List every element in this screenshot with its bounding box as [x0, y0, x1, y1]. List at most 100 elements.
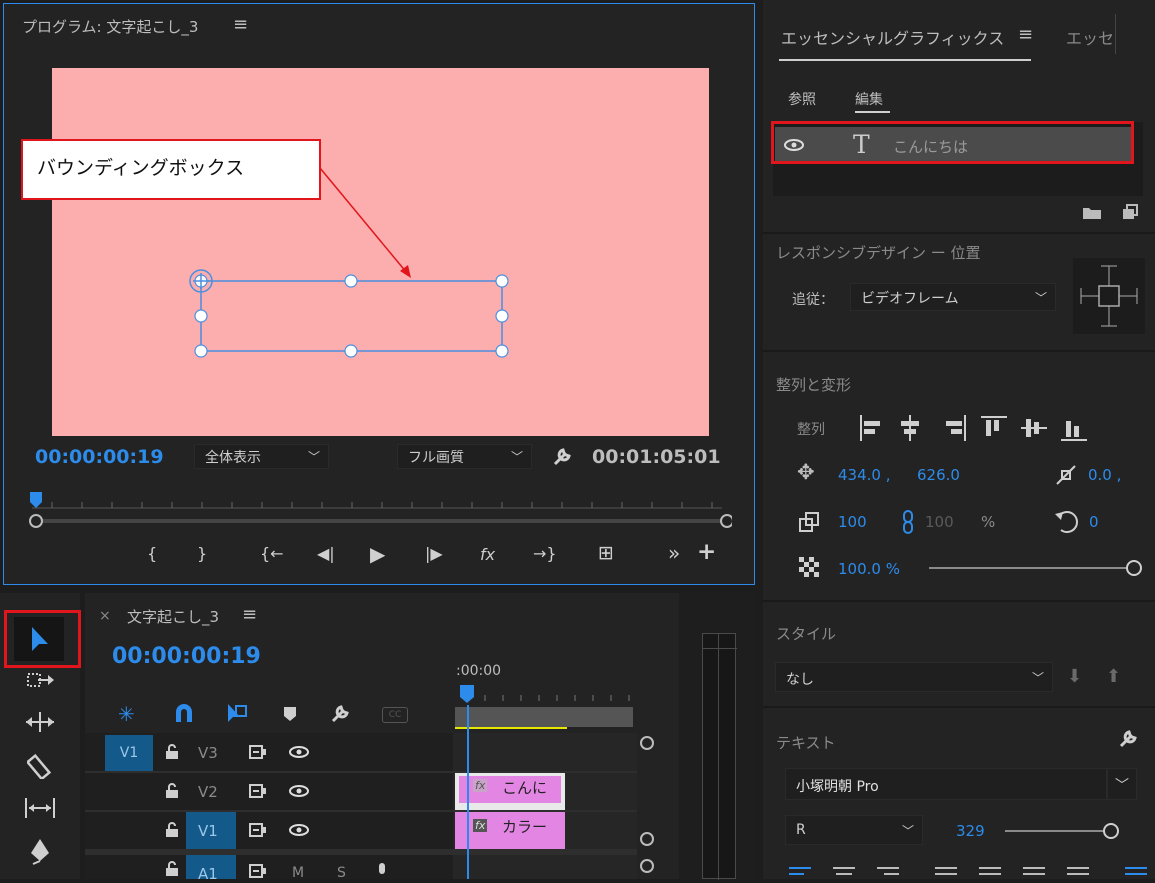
play-button[interactable]: ▶ — [370, 542, 385, 566]
lock-icon[interactable] — [165, 783, 179, 799]
eye-icon[interactable] — [288, 783, 310, 799]
chevron-down-icon: ﹀ — [1031, 671, 1044, 685]
font-size-value[interactable]: 329 — [956, 822, 985, 840]
timeline-menu-icon[interactable]: ≡ — [242, 604, 257, 625]
fx-button[interactable]: fx — [480, 545, 495, 564]
wrench-icon[interactable] — [1117, 728, 1139, 750]
razor-tool-icon[interactable] — [27, 753, 53, 779]
linked-selection-icon[interactable] — [224, 702, 248, 726]
opacity-icon — [799, 557, 819, 577]
lock-icon[interactable] — [165, 861, 179, 877]
anchor-icon — [1056, 465, 1076, 485]
opacity-slider-track[interactable] — [929, 567, 1133, 569]
clip-text[interactable]: fx こんに — [455, 773, 565, 810]
clip-color-matte[interactable]: fx カラー — [455, 812, 565, 849]
go-to-out-button[interactable]: →} — [533, 544, 557, 563]
tab-essential-sound[interactable]: エッセ — [1066, 25, 1114, 49]
position-icon: ✥ — [797, 460, 815, 484]
monitor-time-ruler[interactable] — [22, 486, 732, 531]
track-name-v2[interactable]: V2 — [198, 783, 218, 801]
font-size-slider-track[interactable] — [1005, 830, 1111, 832]
position-x-value[interactable]: 434.0 , — [838, 466, 890, 484]
bounding-box[interactable] — [52, 68, 709, 436]
add-button[interactable]: + — [697, 539, 716, 565]
font-family-dropdown[interactable]: ﹀ — [1107, 768, 1137, 800]
mark-out-button[interactable]: } — [197, 544, 207, 563]
essential-graphics-panel: エッセンシャルグラフィックス ≡ エッセ 参照 編集 T こんにちは レスポンシ… — [763, 0, 1155, 879]
position-y-value[interactable]: 626.0 — [917, 466, 960, 484]
scale-value[interactable]: 100 — [838, 513, 867, 531]
paragraph-align-buttons[interactable] — [787, 864, 1147, 879]
sync-lock-icon[interactable] — [248, 822, 268, 838]
track-select-forward-icon[interactable] — [26, 670, 56, 692]
ripple-edit-icon[interactable] — [24, 710, 56, 734]
font-size-slider-handle[interactable] — [1103, 823, 1119, 839]
sync-lock-icon[interactable] — [248, 744, 268, 760]
track-name-v3[interactable]: V3 — [198, 744, 218, 762]
microphone-icon[interactable] — [375, 862, 389, 879]
anchor-value[interactable]: 0.0 , — [1088, 466, 1121, 484]
opacity-slider-handle[interactable] — [1126, 560, 1142, 576]
current-timecode[interactable]: 00:00:00:19 — [35, 446, 164, 468]
track-name-v1[interactable]: V1 — [198, 822, 218, 840]
snap-magnet-icon[interactable] — [173, 704, 195, 724]
export-frame-button[interactable]: ⊞ — [598, 542, 614, 564]
panel-menu-icon[interactable]: ≡ — [1018, 24, 1033, 45]
link-icon[interactable] — [901, 509, 915, 535]
font-family-select[interactable]: 小塚明朝 Pro — [785, 768, 1107, 800]
scrollbar-handle[interactable] — [640, 736, 654, 750]
more-controls-button[interactable]: » — [668, 541, 680, 565]
sync-lock-icon[interactable] — [248, 783, 268, 799]
rotation-value[interactable]: 0 — [1089, 513, 1099, 531]
active-tab-underline — [779, 59, 1031, 61]
mark-in-button[interactable]: { — [147, 544, 157, 563]
clip-label: こんに — [502, 779, 548, 797]
push-style-down-icon[interactable]: ⬇ — [1067, 666, 1082, 687]
font-weight-select[interactable]: R ﹀ — [785, 815, 923, 845]
sync-lock-icon[interactable] — [248, 863, 268, 879]
source-patch-v1[interactable]: V1 — [105, 735, 153, 771]
push-style-up-icon[interactable]: ⬆ — [1106, 666, 1121, 687]
monitor-menu-icon[interactable]: ≡ — [233, 14, 248, 35]
subtab-edit[interactable]: 編集 — [855, 89, 883, 109]
step-forward-button[interactable]: |▶ — [425, 544, 443, 563]
folder-icon[interactable] — [1081, 204, 1103, 220]
wrench-icon[interactable] — [551, 446, 573, 468]
pin-diagram[interactable] — [1073, 258, 1145, 334]
close-timeline-icon[interactable]: × — [99, 608, 111, 624]
chevron-down-icon: ﹀ — [1034, 291, 1047, 305]
captions-icon[interactable]: CC — [382, 707, 408, 723]
scrollbar-handle[interactable] — [640, 859, 654, 873]
pen-tool-icon[interactable] — [27, 837, 53, 865]
new-layer-icon[interactable] — [1121, 204, 1139, 220]
track-divider — [85, 849, 637, 855]
scrollbar-handle[interactable] — [640, 832, 654, 846]
nest-sequence-icon[interactable]: ✳ — [118, 702, 135, 726]
timeline-title[interactable]: 文字起こし_3 — [127, 606, 219, 627]
subtab-browse[interactable]: 参照 — [788, 89, 816, 109]
step-back-button[interactable]: ◀| — [317, 544, 335, 563]
align-buttons[interactable] — [858, 413, 1093, 443]
timeline-timecode[interactable]: 00:00:00:19 — [112, 644, 261, 669]
lock-icon[interactable] — [165, 744, 179, 760]
timeline-ruler[interactable] — [453, 683, 633, 733]
ruler-time-label: :00:00 — [456, 663, 502, 679]
zoom-select[interactable]: 全体表示 ﹀ — [194, 444, 329, 469]
follow-select[interactable]: ビデオフレーム ﹀ — [850, 283, 1056, 311]
quality-select[interactable]: フル画質 ﹀ — [397, 444, 532, 469]
opacity-value[interactable]: 100.0 % — [838, 560, 900, 578]
eye-icon[interactable] — [288, 744, 310, 760]
wrench-icon[interactable] — [329, 703, 351, 725]
clip-fx-badge: fx — [473, 819, 488, 832]
add-marker-icon[interactable] — [283, 706, 297, 722]
eye-icon[interactable] — [288, 822, 310, 838]
style-select[interactable]: なし ﹀ — [775, 662, 1053, 692]
slip-tool-icon[interactable] — [23, 795, 57, 821]
lock-icon[interactable] — [165, 822, 179, 838]
tab-essential-graphics[interactable]: エッセンシャルグラフィックス — [781, 25, 1004, 49]
clip-fx-badge: fx — [473, 779, 488, 792]
track-name-a1[interactable]: A1 — [198, 865, 218, 883]
go-to-in-button[interactable]: {← — [260, 544, 284, 563]
video-frame[interactable]: バウンディングボックス — [21, 68, 709, 436]
playhead[interactable] — [467, 705, 469, 879]
